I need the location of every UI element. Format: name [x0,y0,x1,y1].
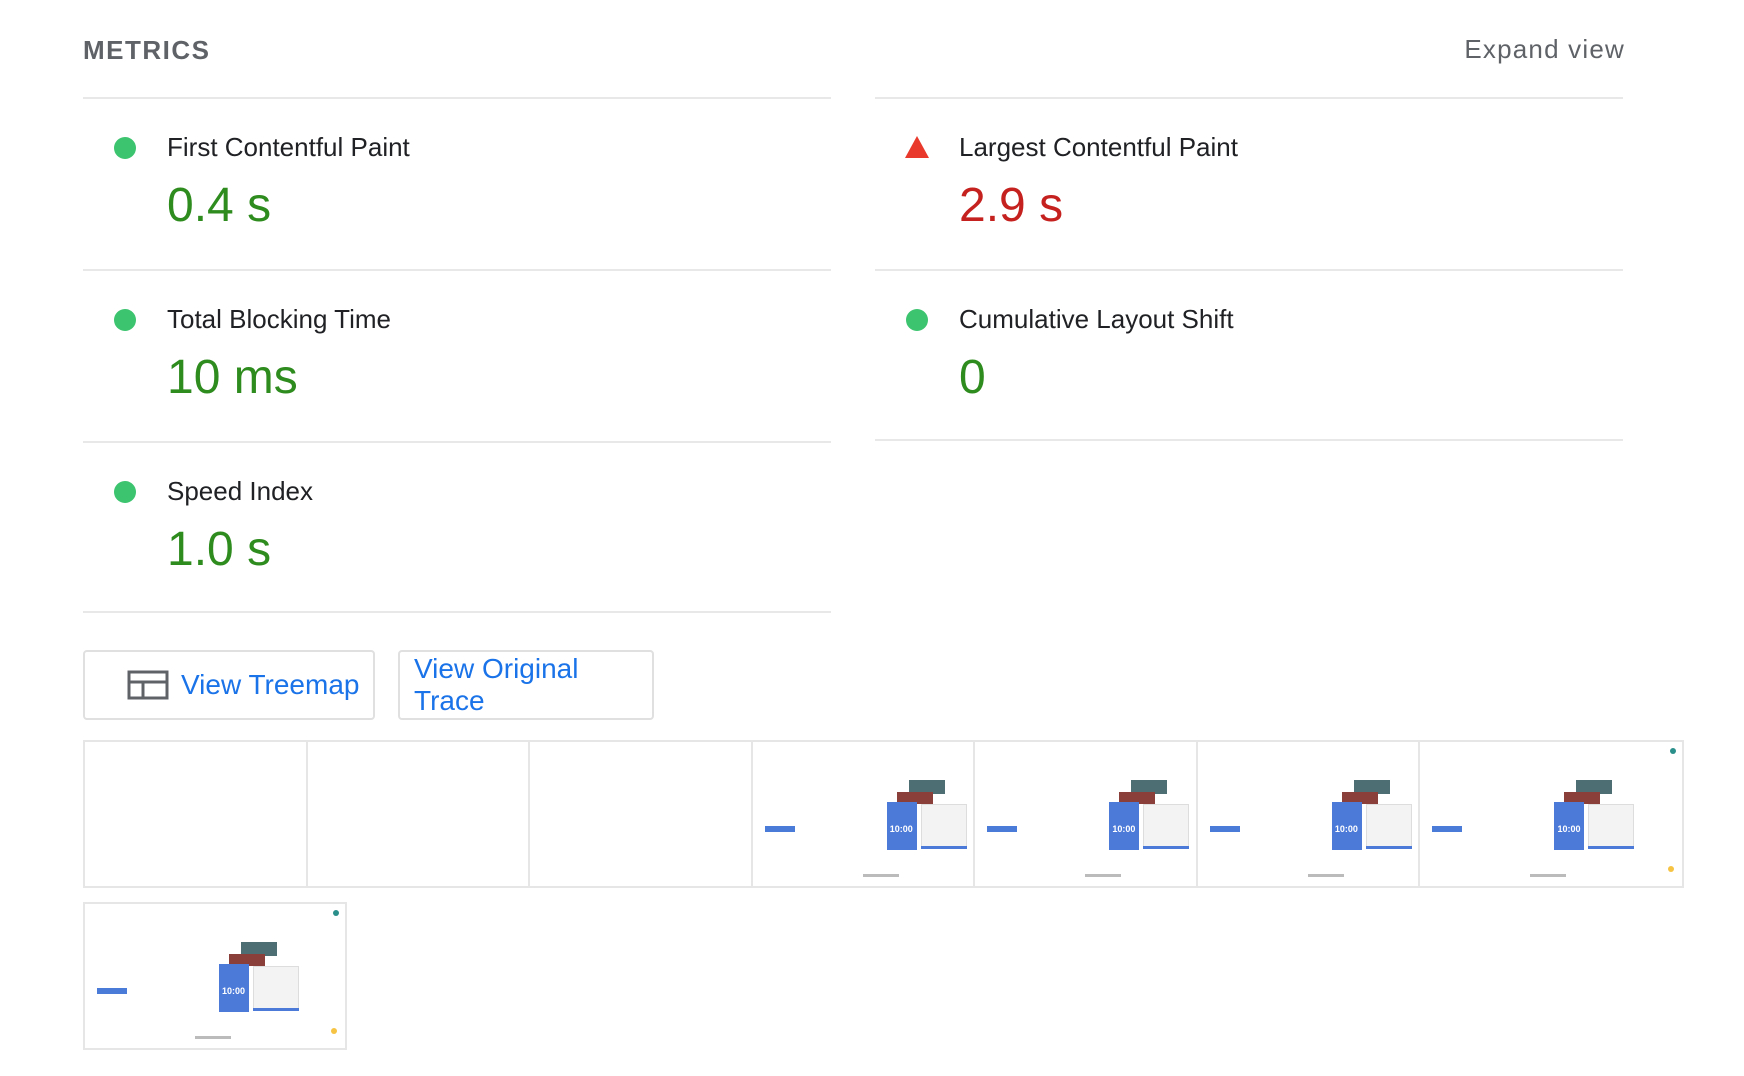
page-thumbnail: 10:00 [1420,742,1682,886]
view-treemap-button[interactable]: View Treemap [83,650,375,720]
pass-indicator-icon [114,309,136,331]
metric-total-blocking-time: Total Blocking Time 10 ms [83,269,831,441]
metric-value: 1.0 s [167,523,272,576]
view-original-trace-button[interactable]: View Original Trace [398,650,654,720]
metric-speed-index: Speed Index 1.0 s [83,441,831,613]
filmstrip-frame [530,742,753,886]
metrics-header: METRICS Expand view [83,30,1625,70]
metric-value: 2.9 s [959,179,1064,232]
metrics-column-left: First Contentful Paint 0.4 s Total Block… [83,97,831,613]
page-thumbnail: 10:00 [85,904,345,1048]
expand-view-toggle[interactable]: Expand view [1464,34,1625,65]
metric-label: Total Blocking Time [167,304,391,334]
metrics-title: METRICS [83,35,211,65]
page-thumbnail: 10:00 [753,742,974,886]
pass-indicator-icon [906,309,928,331]
page-thumbnail: 10:00 [1198,742,1419,886]
filmstrip-frame [307,742,531,886]
fail-indicator-icon [905,136,929,158]
view-original-trace-label: View Original Trace [414,653,579,716]
metric-label: Speed Index [167,476,314,506]
pass-indicator-icon [114,137,136,159]
filmstrip-frame: 10:00 [975,742,1198,886]
treemap-icon [127,670,169,700]
metric-value: 10 ms [167,351,298,404]
filmstrip-frame: 10:00 [1197,742,1421,886]
metric-first-contentful-paint: First Contentful Paint 0.4 s [83,97,831,269]
metric-cumulative-layout-shift: Cumulative Layout Shift 0 [875,269,1623,441]
filmstrip-frame: 10:00 [1420,742,1682,886]
view-treemap-label: View Treemap [181,669,360,700]
page-thumbnail: 10:00 [975,742,1196,886]
metric-largest-contentful-paint: Largest Contentful Paint 2.9 s [875,97,1623,269]
metric-value: 0 [959,351,986,404]
metric-label: Largest Contentful Paint [959,132,1238,162]
filmstrip-final-frame: 10:00 [83,902,347,1050]
metrics-column-right: Largest Contentful Paint 2.9 s Cumulativ… [875,97,1623,441]
filmstrip-frame: 10:00 [752,742,976,886]
metric-label: First Contentful Paint [167,132,410,162]
metric-value: 0.4 s [167,179,272,232]
filmstrip-frame [85,742,308,886]
metric-label: Cumulative Layout Shift [959,304,1234,334]
filmstrip: 10:00 10:00 10:00 10:00 [83,740,1684,888]
pass-indicator-icon [114,481,136,503]
